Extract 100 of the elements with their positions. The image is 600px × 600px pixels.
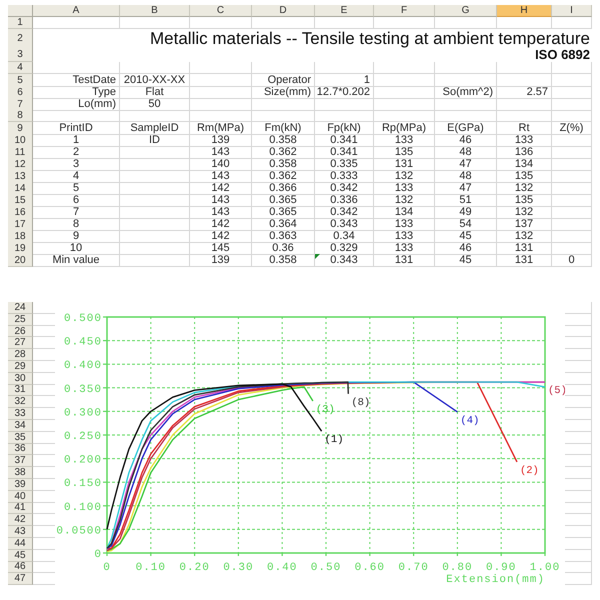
table-cell	[497, 74, 552, 87]
table-cell: 142	[190, 230, 252, 243]
row-header[interactable]: 35	[8, 432, 33, 444]
row-header[interactable]: 41	[8, 502, 33, 514]
table-cell	[552, 230, 592, 243]
row-header[interactable]: 10	[8, 134, 33, 147]
table-cell: 0.358	[252, 158, 315, 171]
tick-label: 0	[94, 549, 102, 561]
row-header[interactable]: 38	[8, 467, 33, 479]
table-cell: 132	[374, 170, 435, 183]
column-header[interactable]: E	[315, 5, 374, 17]
row-header[interactable]: 20	[8, 254, 33, 267]
column-header[interactable]: A	[33, 5, 120, 17]
row-header[interactable]: 1	[8, 17, 33, 29]
table-cell: 0.362	[252, 146, 315, 159]
tick-label: 0.50	[310, 562, 342, 574]
row-header[interactable]: 36	[8, 444, 33, 456]
table-cell: 0.34	[315, 230, 374, 243]
column-header[interactable]: F	[374, 5, 435, 17]
column-header[interactable]: I	[552, 5, 592, 17]
table-cell	[252, 62, 315, 74]
row-header[interactable]: 32	[8, 396, 33, 408]
row-header[interactable]: 24	[8, 302, 33, 314]
row-header[interactable]: 34	[8, 420, 33, 432]
table-cell: 0.335	[315, 158, 374, 171]
row-header[interactable]: 40	[8, 490, 33, 503]
row-header[interactable]: 16	[8, 206, 33, 219]
table-cell: 133	[497, 134, 552, 147]
table-cell: 0.341	[315, 146, 374, 159]
row-header[interactable]: 3	[8, 47, 33, 62]
table-cell	[552, 86, 592, 99]
select-all-button[interactable]	[8, 5, 33, 17]
row-header[interactable]: 45	[8, 550, 33, 562]
table-cell: Z(%)	[552, 122, 592, 135]
table-cell	[120, 17, 190, 29]
row-header[interactable]: 28	[8, 349, 33, 361]
column-header[interactable]: B	[120, 5, 190, 17]
table-cell: 0.343	[315, 218, 374, 231]
table-cell	[552, 98, 592, 111]
row-header[interactable]: 29	[8, 360, 33, 373]
row-header[interactable]: 30	[8, 372, 33, 385]
row-header[interactable]: 44	[8, 538, 33, 550]
row-header[interactable]: 8	[8, 110, 33, 122]
table-cell	[374, 74, 435, 87]
table-cell: Rp(MPa)	[374, 122, 435, 135]
table-cell: TestDate	[33, 74, 120, 87]
row-header[interactable]: 6	[8, 86, 33, 99]
row-header[interactable]: 31	[8, 384, 33, 396]
row-header[interactable]: 5	[8, 74, 33, 87]
row-header[interactable]: 39	[8, 478, 33, 491]
table-cell	[120, 170, 190, 183]
row-header[interactable]: 43	[8, 526, 33, 538]
row-header[interactable]: 14	[8, 182, 33, 195]
row-header[interactable]: 17	[8, 218, 33, 231]
tick-label: 0.150	[64, 478, 102, 490]
row-header[interactable]: 4	[8, 62, 33, 74]
row-header[interactable]: 37	[8, 455, 33, 468]
column-header[interactable]: D	[252, 5, 315, 17]
row-header[interactable]: 18	[8, 230, 33, 243]
column-header[interactable]: C	[190, 5, 252, 17]
tick-label: 0	[103, 562, 111, 574]
table-cell	[552, 206, 592, 219]
row-header[interactable]: 25	[8, 314, 33, 326]
row-header[interactable]: 33	[8, 408, 33, 420]
table-cell: 0.343	[315, 254, 374, 267]
tick-label: 0.250	[64, 431, 102, 443]
series-label: (1)	[324, 434, 344, 446]
table-cell	[120, 158, 190, 171]
table-cell: 8	[33, 218, 120, 231]
tick-label: 0.350	[64, 384, 102, 396]
column-header[interactable]: H	[497, 5, 552, 17]
row-header[interactable]: 47	[8, 573, 33, 586]
table-cell: Operator	[252, 74, 315, 87]
table-cell: 48	[435, 146, 497, 159]
column-header[interactable]: G	[435, 5, 497, 17]
row-header[interactable]: 13	[8, 170, 33, 183]
row-header[interactable]: 46	[8, 562, 33, 574]
table-cell: 5	[33, 182, 120, 195]
row-header[interactable]: 27	[8, 337, 33, 350]
row-header[interactable]: 12	[8, 158, 33, 171]
table-cell	[497, 98, 552, 111]
tick-label: 0.400	[64, 360, 102, 372]
tick-label: 0.450	[64, 336, 102, 349]
table-cell: 131	[374, 254, 435, 267]
row-header[interactable]: 11	[8, 146, 33, 159]
row-header[interactable]: 2	[8, 29, 33, 49]
row-header[interactable]: 26	[8, 326, 33, 338]
table-cell: 0.342	[315, 206, 374, 219]
table-cell	[374, 110, 435, 122]
row-header[interactable]: 9	[8, 122, 33, 135]
tick-label: 0.300	[64, 407, 102, 420]
table-cell: Type	[33, 86, 120, 99]
row-header[interactable]: 19	[8, 242, 33, 255]
row-header[interactable]: 7	[8, 98, 33, 111]
table-cell: 133	[374, 242, 435, 255]
table-cell: 0.365	[252, 206, 315, 219]
table-cell	[497, 110, 552, 122]
row-header[interactable]: 15	[8, 194, 33, 207]
row-header[interactable]: 42	[8, 514, 33, 526]
table-cell	[120, 218, 190, 231]
